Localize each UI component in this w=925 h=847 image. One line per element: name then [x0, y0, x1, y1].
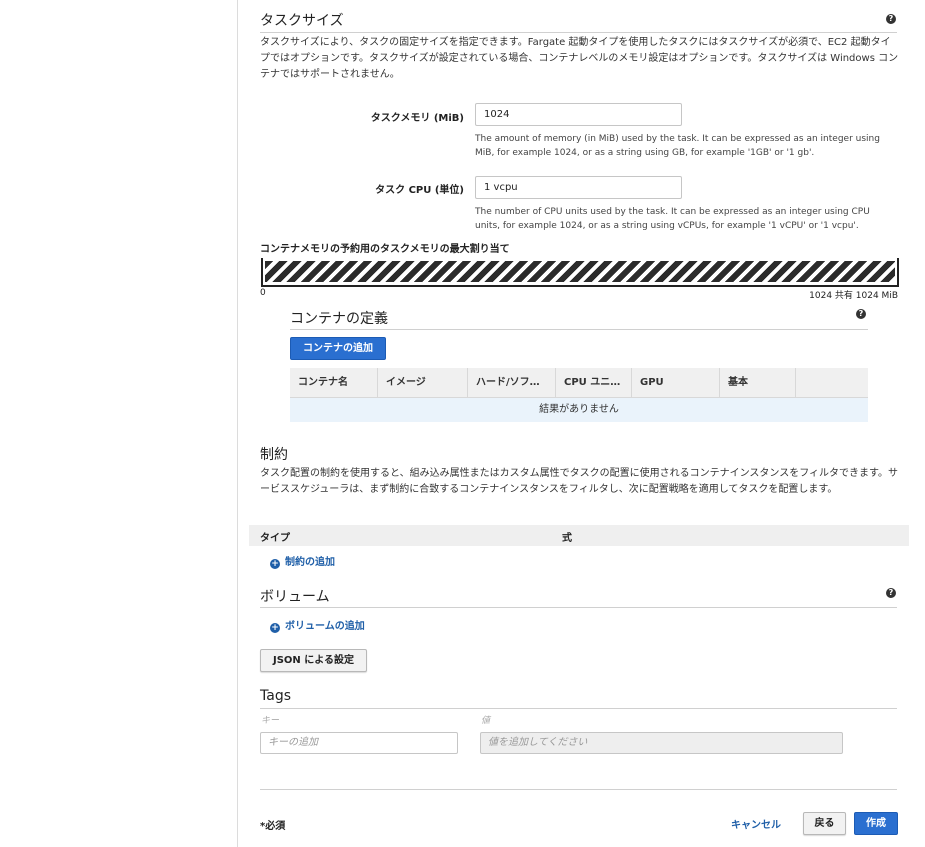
add-constraint-label: 制約の追加 [285, 557, 335, 568]
volumes-help-icon[interactable]: ? [886, 588, 896, 598]
volumes-title: ボリューム [260, 589, 330, 605]
tag-key-input[interactable]: キーの追加 [260, 732, 458, 754]
task-cpu-label: タスク CPU (単位) [375, 185, 464, 196]
constraints-col-type: タイプ [260, 533, 290, 544]
task-memory-input[interactable]: 1024 [475, 103, 682, 126]
memory-min-label: 0 [260, 288, 266, 298]
column-image[interactable]: イメージ [378, 368, 468, 398]
column-actions [796, 368, 868, 398]
plus-circle-icon: + [270, 559, 280, 569]
column-container-name[interactable]: コンテナ名 [290, 368, 378, 398]
column-gpu[interactable]: GPU [632, 368, 720, 398]
task-cpu-hint: The number of CPU units used by the task… [475, 207, 870, 231]
container-table-empty-row: 結果がありません [290, 398, 868, 422]
memory-allocation-bar [261, 258, 899, 287]
create-button[interactable]: 作成 [854, 812, 898, 835]
task-memory-label: タスクメモリ (MiB) [370, 113, 464, 124]
add-volume-link[interactable]: + ボリュームの追加 [270, 617, 365, 633]
constraints-col-expression: 式 [562, 533, 572, 544]
container-table-header: コンテナ名 イメージ ハード/ソフ… CPU ユニ… GPU 基本 [290, 368, 868, 398]
container-definitions-help-icon[interactable]: ? [856, 309, 866, 319]
task-size-divider [260, 32, 897, 33]
constraints-title: 制約 [260, 447, 288, 463]
add-volume-label: ボリュームの追加 [285, 621, 365, 632]
tag-value-label: 値 [481, 716, 491, 726]
left-panel-border [237, 0, 238, 847]
container-definitions-divider [290, 329, 868, 330]
column-essential[interactable]: 基本 [720, 368, 796, 398]
tag-value-input[interactable]: 値を追加してください [480, 732, 843, 754]
tag-key-label: キー [261, 716, 280, 726]
column-hard-soft-limit[interactable]: ハード/ソフ… [468, 368, 556, 398]
task-size-title: タスクサイズ [260, 13, 344, 29]
memory-allocation-title: コンテナメモリの予約用のタスクメモリの最大割り当て [260, 244, 510, 255]
column-cpu-units[interactable]: CPU ユニ… [556, 368, 632, 398]
task-memory-hint: The amount of memory (in MiB) used by th… [475, 134, 880, 158]
plus-circle-icon: + [270, 623, 280, 633]
task-cpu-input[interactable]: 1 vcpu [475, 176, 682, 199]
footer-divider [260, 789, 897, 790]
add-container-button[interactable]: コンテナの追加 [290, 337, 386, 360]
constraints-description: タスク配置の制約を使用すると、組み込み属性またはカスタム属性でタスクの配置に使用… [260, 468, 898, 495]
task-size-description: タスクサイズにより、タスクの固定サイズを指定できます。Fargate 起動タイプ… [260, 37, 899, 80]
volumes-divider [260, 607, 897, 608]
tags-divider [260, 708, 897, 709]
memory-max-label: 1024 共有 1024 MiB [809, 291, 898, 301]
required-note: *必須 [260, 821, 286, 832]
back-button[interactable]: 戻る [803, 812, 846, 835]
constraints-table-header: タイプ 式 [249, 525, 909, 546]
task-size-help-icon[interactable]: ? [886, 14, 896, 24]
tags-title: Tags [260, 688, 291, 704]
add-constraint-link[interactable]: + 制約の追加 [270, 553, 335, 569]
json-config-button[interactable]: JSON による設定 [260, 649, 367, 672]
memory-allocation-fill [265, 261, 895, 282]
cancel-link[interactable]: キャンセル [731, 816, 781, 831]
container-definitions-title: コンテナの定義 [290, 311, 388, 327]
